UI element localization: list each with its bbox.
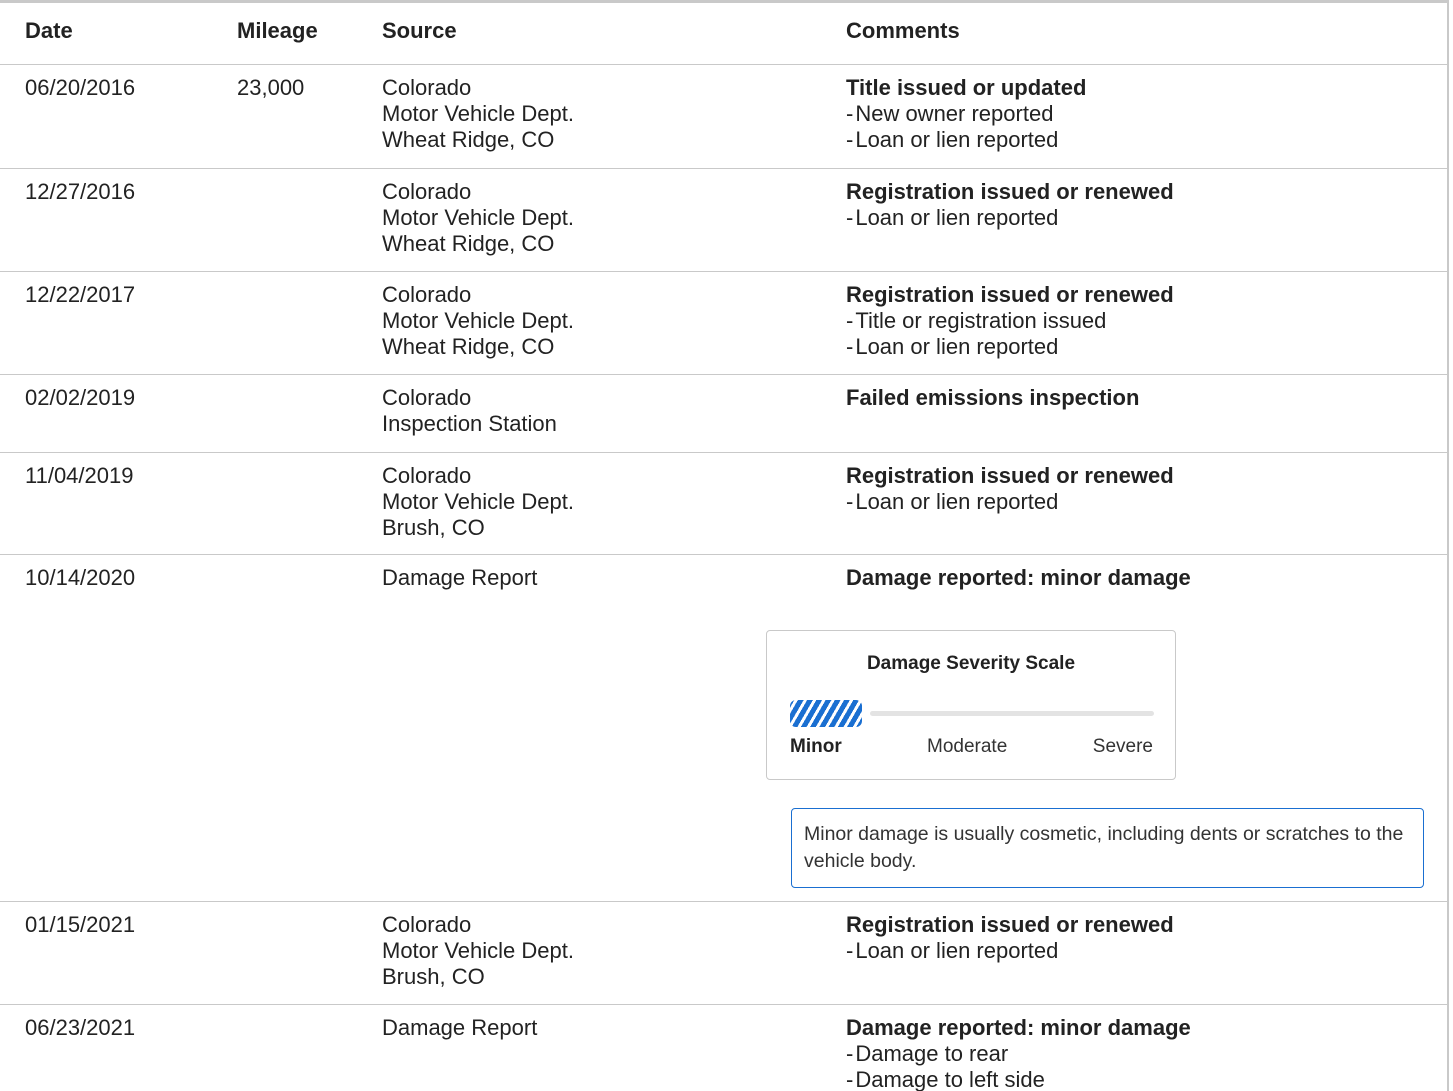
row-source: Colorado Motor Vehicle Dept. Wheat Ridge…	[382, 179, 802, 257]
comment-title: Registration issued or renewed	[846, 912, 1174, 937]
table-row: 01/15/2021 Colorado Motor Vehicle Dept. …	[0, 902, 1447, 1005]
row-date: 02/02/2019	[25, 385, 136, 410]
row-source: Damage Report	[382, 1015, 802, 1041]
row-comments: Registration issued or renewed -Title or…	[846, 282, 1436, 360]
comment-bullet: -Loan or lien reported	[846, 938, 1059, 963]
row-comments: Damage reported: minor damage -Damage to…	[846, 1015, 1436, 1091]
header-date: Date	[25, 18, 73, 43]
table-row: 10/14/2020 Damage Report Damage reported…	[0, 555, 1447, 902]
source-line: Brush, CO	[382, 515, 485, 540]
row-date: 06/20/2016	[25, 75, 136, 100]
source-line: Wheat Ridge, CO	[382, 127, 555, 152]
source-line: Brush, CO	[382, 964, 485, 989]
comment-bullet: -Loan or lien reported	[846, 205, 1059, 230]
table-row: 12/22/2017 Colorado Motor Vehicle Dept. …	[0, 272, 1447, 375]
row-source: Colorado Motor Vehicle Dept. Wheat Ridge…	[382, 282, 802, 360]
comment-bullet: -Damage to rear	[846, 1041, 1009, 1066]
vehicle-history-table: Date Mileage Source Comments 06/20/2016 …	[0, 0, 1449, 1091]
damage-info-box: Minor damage is usually cosmetic, includ…	[791, 808, 1424, 888]
comment-title: Failed emissions inspection	[846, 385, 1140, 410]
row-comments: Title issued or updated -New owner repor…	[846, 75, 1436, 153]
row-source: Colorado Inspection Station	[382, 385, 802, 437]
table-row: 11/04/2019 Colorado Motor Vehicle Dept. …	[0, 453, 1447, 555]
source-line: Inspection Station	[382, 411, 557, 436]
comment-title: Damage reported: minor damage	[846, 565, 1191, 590]
comment-bullet: -Loan or lien reported	[846, 127, 1059, 152]
source-line: Colorado	[382, 463, 472, 488]
header-source: Source	[382, 18, 457, 43]
source-line: Damage Report	[382, 1015, 538, 1040]
table-row: 02/02/2019 Colorado Inspection Station F…	[0, 375, 1447, 453]
row-date: 06/23/2021	[25, 1015, 136, 1040]
comment-title: Registration issued or renewed	[846, 282, 1174, 307]
source-line: Motor Vehicle Dept.	[382, 205, 574, 230]
severity-level-indicator	[790, 700, 862, 727]
comment-bullet: -New owner reported	[846, 101, 1054, 126]
comment-title: Damage reported: minor damage	[846, 1015, 1191, 1040]
source-line: Motor Vehicle Dept.	[382, 101, 574, 126]
source-line: Damage Report	[382, 565, 538, 590]
row-date: 12/22/2017	[25, 282, 136, 307]
header-mileage: Mileage	[237, 18, 318, 43]
table-row: 12/27/2016 Colorado Motor Vehicle Dept. …	[0, 169, 1447, 272]
table-row: 06/23/2021 Damage Report Damage reported…	[0, 1005, 1447, 1091]
comment-bullet: -Loan or lien reported	[846, 489, 1059, 514]
table-header: Date Mileage Source Comments	[0, 3, 1447, 65]
source-line: Motor Vehicle Dept.	[382, 938, 574, 963]
source-line: Motor Vehicle Dept.	[382, 489, 574, 514]
source-line: Colorado	[382, 282, 472, 307]
comment-title: Registration issued or renewed	[846, 463, 1174, 488]
severity-label-minor: Minor	[790, 736, 842, 757]
comment-bullet: -Loan or lien reported	[846, 334, 1059, 359]
severity-scale-title: Damage Severity Scale	[866, 653, 1076, 674]
source-line: Motor Vehicle Dept.	[382, 308, 574, 333]
source-line: Wheat Ridge, CO	[382, 231, 555, 256]
row-source: Colorado Motor Vehicle Dept. Brush, CO	[382, 463, 802, 541]
row-comments: Registration issued or renewed -Loan or …	[846, 912, 1436, 964]
row-comments: Damage reported: minor damage	[846, 565, 1436, 591]
comment-bullet: -Title or registration issued	[846, 308, 1107, 333]
row-source: Colorado Motor Vehicle Dept. Wheat Ridge…	[382, 75, 802, 153]
row-source: Damage Report	[382, 565, 802, 591]
comment-title: Registration issued or renewed	[846, 179, 1174, 204]
row-date: 12/27/2016	[25, 179, 136, 204]
row-mileage: 23,000	[237, 75, 305, 100]
row-date: 11/04/2019	[25, 463, 134, 488]
severity-track	[870, 711, 1154, 716]
row-comments: Failed emissions inspection	[846, 385, 1436, 411]
source-line: Colorado	[382, 179, 472, 204]
source-line: Colorado	[382, 75, 472, 100]
source-line: Colorado	[382, 385, 472, 410]
row-date: 10/14/2020	[25, 565, 136, 590]
damage-severity-scale: Damage Severity Scale Minor Moderate Sev…	[766, 630, 1176, 780]
row-comments: Registration issued or renewed -Loan or …	[846, 179, 1436, 231]
row-source: Colorado Motor Vehicle Dept. Brush, CO	[382, 912, 802, 990]
header-comments: Comments	[846, 18, 960, 43]
severity-label-severe: Severe	[1092, 736, 1153, 757]
table-row: 06/20/2016 23,000 Colorado Motor Vehicle…	[0, 65, 1447, 169]
comment-title: Title issued or updated	[846, 75, 1087, 100]
row-date: 01/15/2021	[25, 912, 136, 937]
row-comments: Registration issued or renewed -Loan or …	[846, 463, 1436, 515]
source-line: Wheat Ridge, CO	[382, 334, 555, 359]
severity-label-moderate: Moderate	[927, 736, 1008, 757]
source-line: Colorado	[382, 912, 472, 937]
comment-bullet: -Damage to left side	[846, 1067, 1045, 1091]
